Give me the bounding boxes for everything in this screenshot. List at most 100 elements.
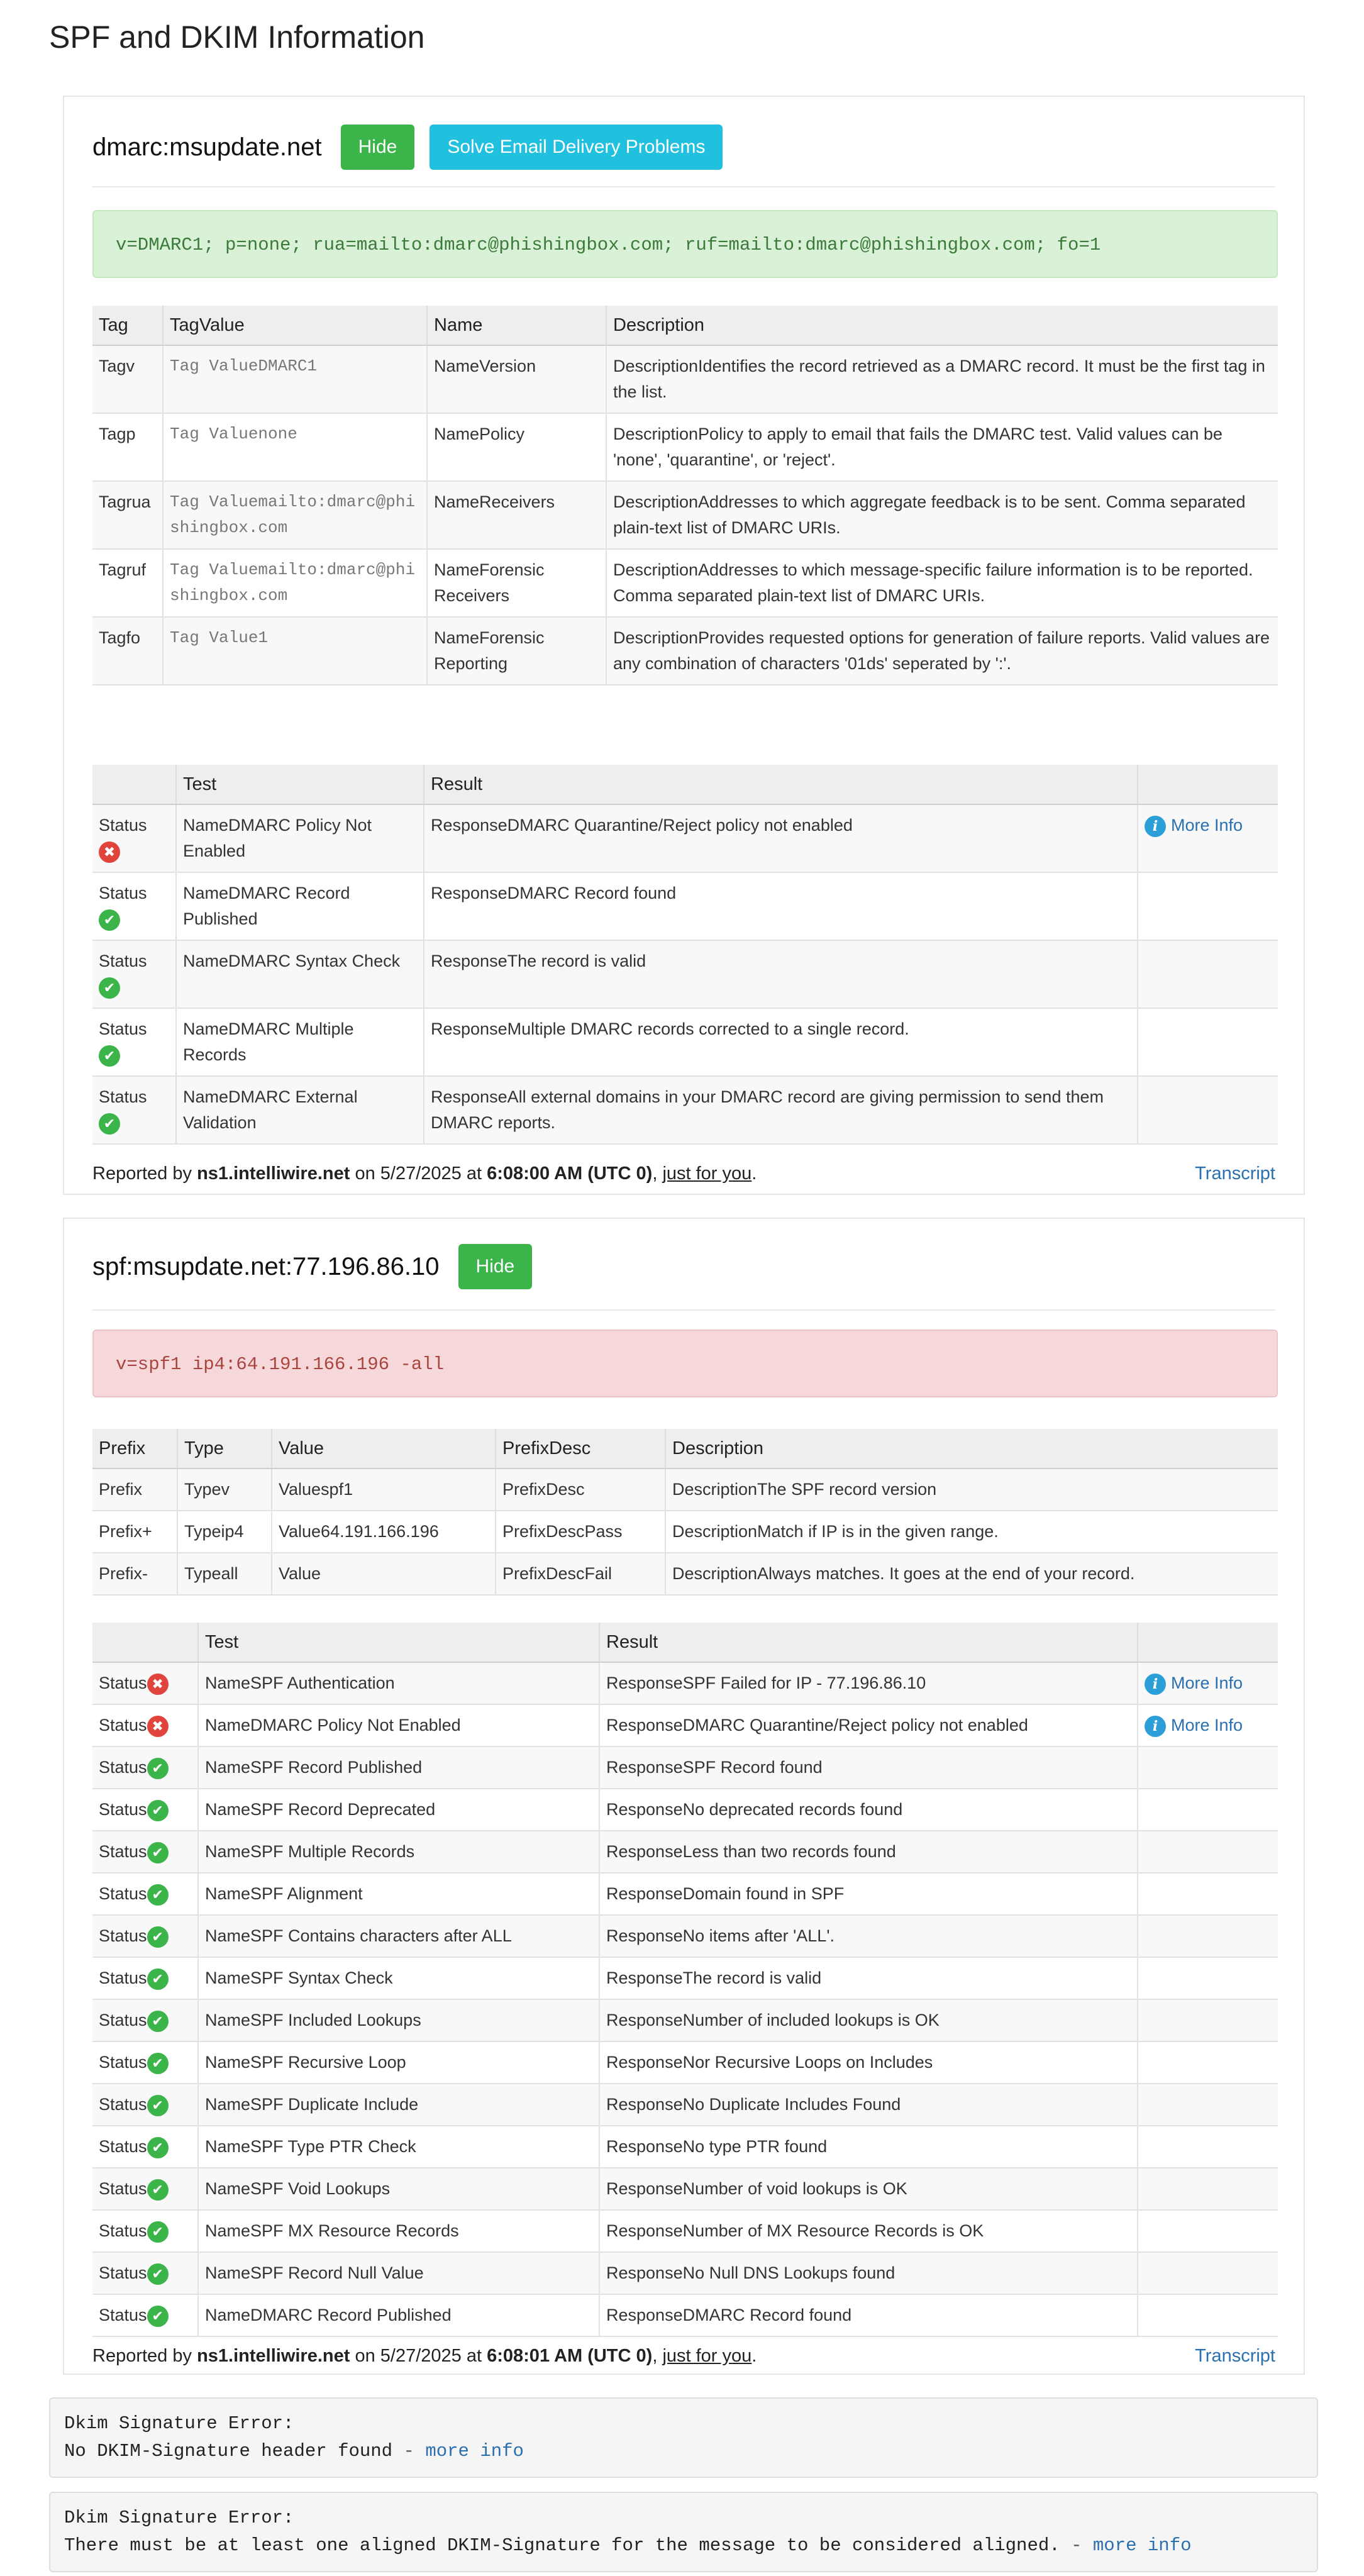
col-tagvalue: TagValue — [163, 306, 428, 346]
check-circle-icon: ✔ — [147, 1841, 169, 1863]
prefix-row: Prefix- Typeall Value PrefixDescFail Descrip… — [92, 1553, 1278, 1596]
report-time: 6:08:01 AM (UTC 0) — [487, 2346, 653, 2366]
more-info-cell — [1138, 1873, 1278, 1916]
status-label: Status — [99, 1926, 147, 1945]
footer-comma: , — [652, 2346, 658, 2366]
test-row: Status ✔ NameDMARC Syntax Check ResponseThe… — [92, 940, 1278, 1009]
tag-row: Tagrua Tag Valuemailto:dmarc@phishingbox.… — [92, 481, 1278, 550]
just-for-you-text: just for you — [662, 2346, 752, 2366]
test-row: Status ✔ NameSPF Duplicate Include Response… — [92, 2084, 1278, 2126]
more-info-cell — [1138, 2084, 1278, 2126]
tag-cell: Tagv — [92, 345, 164, 414]
test-result-cell: ResponseThe record is valid — [599, 1957, 1138, 2000]
status-cell: Status ✔ — [92, 1873, 199, 1916]
col-result: Result — [599, 1623, 1138, 1663]
more-info-cell — [1138, 2252, 1278, 2295]
dmarc-transcript-link[interactable]: Transcript — [1195, 1163, 1275, 1184]
test-row: Status ✔ NameDMARC Multiple Records Respons… — [92, 1008, 1278, 1077]
reporting-server: ns1.intelliwire.net — [197, 2346, 350, 2366]
reported-by-label: Reported by — [92, 2346, 192, 2366]
more-info-cell — [1138, 2210, 1278, 2253]
test-result-cell: ResponseNo type PTR found — [599, 2126, 1138, 2168]
tag-name-cell: NameForensic Receivers — [427, 549, 607, 618]
status-label: Status — [99, 2221, 147, 2240]
check-circle-icon: ✔ — [147, 1926, 169, 1948]
tag-name-cell: NameVersion — [427, 345, 607, 414]
tag-name-cell: NamePolicy — [427, 413, 607, 482]
value-cell: Valuespf1 — [272, 1468, 496, 1511]
test-name-cell: NameSPF Record Published — [198, 1746, 600, 1789]
test-row: Status ✔ NameSPF Alignment ResponseDomain f… — [92, 1873, 1278, 1916]
tag-row: Tagruf Tag Valuemailto:dmarc@phishingbox.… — [92, 549, 1278, 618]
type-cell: Typeall — [177, 1553, 272, 1596]
status-cell: Status ✔ — [92, 2126, 199, 2168]
dkim-dash: - — [1060, 2535, 1093, 2556]
dmarc-report-footer: Reported by ns1.intelliwire.net on 5/27/… — [92, 1163, 1275, 1184]
status-label: Status — [99, 1716, 147, 1735]
col-test: Test — [176, 765, 424, 805]
more-info-cell — [1138, 872, 1278, 941]
test-name-cell: NameSPF Recursive Loop — [198, 2041, 600, 2084]
status-cell: Status ✔ — [92, 1076, 177, 1145]
status-label: Status — [99, 2095, 147, 2114]
more-info-link[interactable]: More Info — [1171, 816, 1243, 835]
dkim-more-info-link[interactable]: more info — [1093, 2535, 1192, 2556]
test-name-cell: NameDMARC Syntax Check — [176, 940, 424, 1009]
test-row: Status ✔ NameSPF Syntax Check ResponseThe r… — [92, 1957, 1278, 2000]
dmarc-record-text: v=DMARC1; p=none; rua=mailto:dmarc@phish… — [92, 210, 1278, 278]
tag-cell: Tagruf — [92, 549, 164, 618]
tag-row: Tagv Tag ValueDMARC1 NameVersion Descriptio… — [92, 345, 1278, 414]
status-cell: Status ✔ — [92, 1008, 177, 1077]
info-circle-icon: i — [1145, 1715, 1166, 1737]
more-info-cell — [1138, 2041, 1278, 2084]
prefixdesc-cell: PrefixDescFail — [496, 1553, 666, 1596]
spf-header: spf:msupdate.net:77.196.86.10 Hide — [92, 1244, 547, 1289]
more-info-cell — [1138, 1746, 1278, 1789]
test-row: Status ✔ NameSPF Multiple Records ResponseL… — [92, 1831, 1278, 1874]
reporting-server: ns1.intelliwire.net — [197, 1163, 350, 1184]
status-label: Status — [99, 1674, 147, 1692]
tag-cell: Tagfo — [92, 617, 164, 686]
test-name-cell: NameSPF Record Deprecated — [198, 1789, 600, 1831]
test-result-cell: ResponseNumber of included lookups is OK — [599, 1999, 1138, 2042]
prefix-cell: Prefix+ — [92, 1511, 178, 1553]
col-description: Description — [606, 306, 1278, 346]
status-cell: Status ✔ — [92, 2168, 199, 2211]
dmarc-tag-table: Tag TagValue Name Description Tagv Tag Va… — [92, 306, 1278, 686]
test-result-cell: ResponseAll external domains in your DMA… — [424, 1076, 1138, 1145]
test-result-cell: ResponseNo deprecated records found — [599, 1789, 1138, 1831]
report-time: 6:08:00 AM (UTC 0) — [487, 1163, 653, 1184]
status-cell: Status ✔ — [92, 2210, 199, 2253]
spf-hide-button[interactable]: Hide — [458, 1244, 533, 1289]
report-date: on 5/27/2025 at — [355, 1163, 482, 1184]
test-name-cell: NameSPF Contains characters after ALL — [198, 1915, 600, 1958]
test-name-cell: NameSPF Authentication — [198, 1662, 600, 1705]
check-circle-icon: ✔ — [147, 1757, 169, 1779]
more-info-cell — [1138, 1008, 1278, 1077]
test-name-cell: NameDMARC Policy Not Enabled — [176, 804, 424, 873]
check-circle-icon: ✔ — [147, 2136, 169, 2158]
page-title: SPF and DKIM Information — [49, 19, 425, 55]
dmarc-hide-button[interactable]: Hide — [340, 125, 415, 170]
more-info-link[interactable]: More Info — [1171, 1716, 1243, 1735]
status-cell: Status ✔ — [92, 2084, 199, 2126]
test-row: Status ✔ NameDMARC External Validation Resp… — [92, 1076, 1278, 1145]
more-info-cell — [1138, 2126, 1278, 2168]
dkim-error-box: Dkim Signature Error: No DKIM-Signature … — [49, 2397, 1318, 2478]
test-name-cell: NameDMARC External Validation — [176, 1076, 424, 1145]
test-row: Status ✔ NameSPF Included Lookups ResponseN… — [92, 1999, 1278, 2042]
tag-value-cell: Tag ValueDMARC1 — [163, 345, 428, 414]
check-circle-icon: ✔ — [147, 2094, 169, 2116]
test-row: Status ✔ NameDMARC Record Published Respons… — [92, 872, 1278, 941]
dkim-more-info-link[interactable]: more info — [425, 2441, 524, 2462]
more-info-link[interactable]: More Info — [1171, 1674, 1243, 1692]
check-circle-icon: ✔ — [147, 1884, 169, 1906]
solve-delivery-button[interactable]: Solve Email Delivery Problems — [430, 125, 723, 170]
test-name-cell: NameSPF Multiple Records — [198, 1831, 600, 1874]
dmarc-test-table: Test Result Status ✖ NameDMARC Policy Not … — [92, 765, 1278, 1145]
test-result-cell: ResponseNumber of MX Resource Records is… — [599, 2210, 1138, 2253]
tag-cell: Tagp — [92, 413, 164, 482]
test-row: Status ✖ NameDMARC Policy Not Enabled Respo… — [92, 1704, 1278, 1747]
spf-transcript-link[interactable]: Transcript — [1195, 2346, 1275, 2367]
test-row: Status ✔ NameSPF Record Null Value Response… — [92, 2252, 1278, 2295]
